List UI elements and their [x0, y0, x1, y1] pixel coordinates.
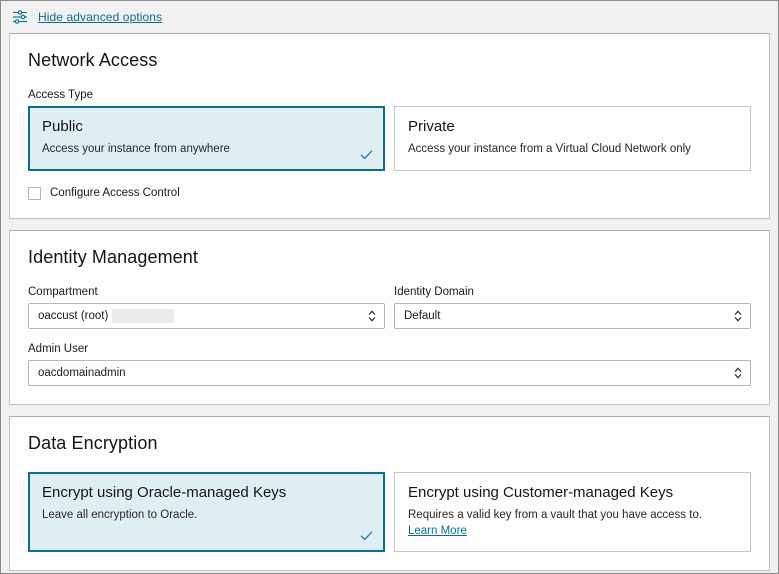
identity-fields-row: Compartment oaccust (root) Identity Do — [28, 286, 751, 329]
card-description: Requires a valid key from a vault that y… — [408, 508, 737, 539]
network-access-title: Network Access — [28, 50, 751, 71]
access-type-card-row: Public Access your instance from anywher… — [28, 106, 751, 171]
admin-user-field: Admin User oacdomainadmin — [28, 343, 751, 386]
access-type-label: Access Type — [28, 89, 751, 101]
identity-domain-select[interactable]: Default — [394, 303, 751, 329]
compartment-value: oaccust (root) — [38, 310, 108, 322]
configure-access-control-label[interactable]: Configure Access Control — [50, 187, 180, 199]
admin-user-value: oacdomainadmin — [38, 367, 126, 379]
identity-management-panel: Identity Management Compartment oaccust … — [9, 230, 770, 405]
encryption-card-customer-managed[interactable]: Encrypt using Customer-managed Keys Requ… — [394, 472, 751, 552]
card-description-text: Requires a valid key from a vault that y… — [408, 509, 702, 521]
compartment-redaction — [112, 309, 174, 323]
card-title: Encrypt using Customer-managed Keys — [408, 484, 737, 501]
identity-management-title: Identity Management — [28, 247, 751, 268]
identity-domain-field: Identity Domain Default — [394, 286, 751, 329]
advanced-options-bar: Hide advanced options — [1, 1, 778, 33]
card-title: Public — [42, 118, 371, 135]
sliders-icon — [11, 8, 29, 26]
network-access-panel: Network Access Access Type Public Access… — [9, 33, 770, 219]
identity-domain-value: Default — [404, 310, 440, 322]
check-icon — [358, 146, 375, 163]
configure-access-control-row[interactable]: Configure Access Control — [28, 187, 751, 200]
advanced-options-page: Hide advanced options Network Access Acc… — [1, 1, 778, 573]
access-type-card-private[interactable]: Private Access your instance from a Virt… — [394, 106, 751, 171]
admin-user-row: Admin User oacdomainadmin — [28, 343, 751, 386]
data-encryption-panel: Data Encryption Encrypt using Oracle-man… — [9, 416, 770, 571]
card-description: Access your instance from anywhere — [42, 142, 371, 158]
card-title: Private — [408, 118, 737, 135]
configure-access-control-checkbox[interactable] — [28, 187, 41, 200]
compartment-select[interactable]: oaccust (root) — [28, 303, 385, 329]
admin-user-label: Admin User — [28, 343, 751, 355]
compartment-label: Compartment — [28, 286, 385, 298]
admin-user-select[interactable]: oacdomainadmin — [28, 360, 751, 386]
encryption-card-oracle-managed[interactable]: Encrypt using Oracle-managed Keys Leave … — [28, 472, 385, 552]
learn-more-link[interactable]: Learn More — [408, 525, 467, 537]
data-encryption-title: Data Encryption — [28, 433, 751, 454]
compartment-field: Compartment oaccust (root) — [28, 286, 385, 329]
card-description: Leave all encryption to Oracle. — [42, 508, 371, 524]
card-description: Access your instance from a Virtual Clou… — [408, 142, 737, 158]
access-type-card-public[interactable]: Public Access your instance from anywher… — [28, 106, 385, 171]
identity-domain-label: Identity Domain — [394, 286, 751, 298]
encryption-card-row: Encrypt using Oracle-managed Keys Leave … — [28, 472, 751, 552]
card-title: Encrypt using Oracle-managed Keys — [42, 484, 371, 501]
check-icon — [358, 527, 375, 544]
hide-advanced-options-link[interactable]: Hide advanced options — [38, 10, 162, 24]
